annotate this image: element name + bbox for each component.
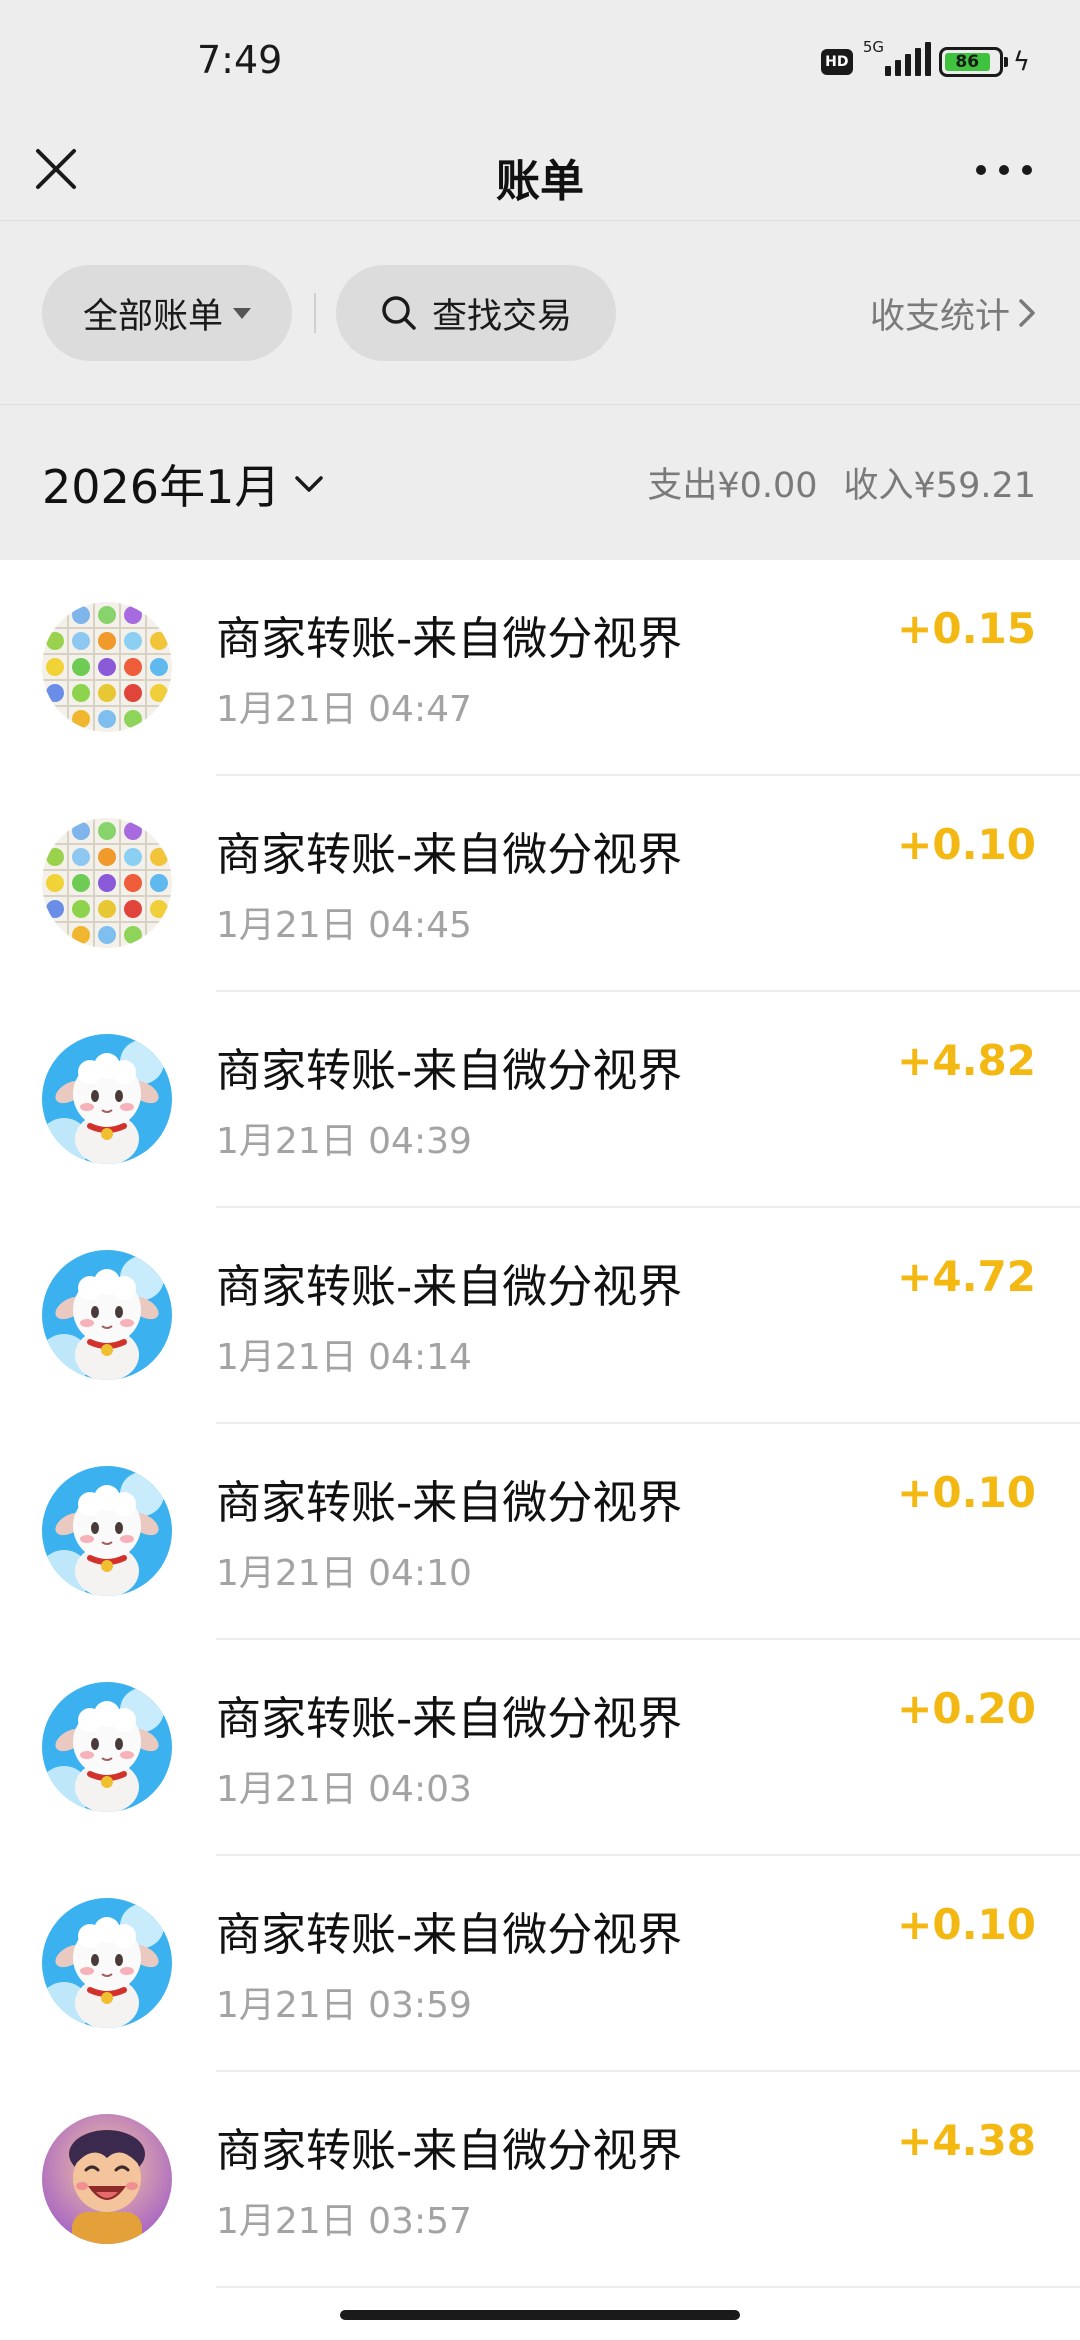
transaction-amount: +4.82: [897, 1036, 1036, 1085]
all-bills-filter[interactable]: 全部账单: [42, 265, 292, 361]
charging-icon: ϟ: [1012, 47, 1030, 77]
merchant-avatar: [42, 602, 172, 732]
expense-total: 支出¥0.00: [647, 466, 818, 506]
caret-down-icon: [233, 307, 251, 319]
nav-bar: 账单: [0, 125, 1080, 220]
income-expense-stats-link[interactable]: 收支统计: [870, 265, 1038, 361]
income-total: 收入¥59.21: [843, 466, 1036, 506]
transaction-title: 商家转账-来自微分视界: [216, 1044, 683, 1097]
filter-bar: 全部账单 查找交易 收支统计: [0, 220, 1080, 405]
month-selector[interactable]: 2026年1月: [42, 451, 324, 517]
transaction-title: 商家转账-来自微分视界: [216, 828, 683, 881]
transaction-row[interactable]: 商家转账-来自微分视界 1月21日 03:57 +4.38: [0, 2072, 1080, 2288]
battery-icon: 86: [938, 47, 1008, 77]
network-type: 5G: [862, 38, 885, 56]
transaction-amount: +0.10: [897, 1900, 1036, 1949]
merchant-avatar: [42, 1250, 172, 1380]
merchant-avatar: [42, 1682, 172, 1812]
stats-label: 收支统计: [869, 296, 1010, 337]
divider: [314, 293, 316, 333]
transaction-amount: +4.72: [897, 1252, 1036, 1301]
transaction-title: 商家转账-来自微分视界: [216, 1908, 683, 1961]
signal-icon: 5G: [863, 38, 931, 80]
transaction-row[interactable]: 商家转账-来自微分视界 1月21日 04:10 +0.10: [0, 1424, 1080, 1640]
transaction-title: 商家转账-来自微分视界: [216, 612, 683, 665]
transaction-time: 1月21日 04:39: [216, 1121, 472, 1162]
transaction-amount: +0.20: [897, 1684, 1036, 1733]
transaction-row[interactable]: 商家转账-来自微分视界 1月21日 04:45 +0.10: [0, 776, 1080, 992]
transaction-title: 商家转账-来自微分视界: [216, 1476, 683, 1529]
transaction-time: 1月21日 03:59: [216, 1985, 472, 2026]
transaction-time: 1月21日 04:47: [216, 689, 472, 730]
month-summary-bar: 2026年1月 支出¥0.00 收入¥59.21: [0, 405, 1080, 560]
chevron-down-icon: [295, 476, 324, 492]
merchant-avatar: [42, 1466, 172, 1596]
transaction-list: 商家转账-来自微分视界 1月21日 04:47 +0.15 商家转账-来自微分视界 1…: [0, 560, 1080, 2288]
merchant-avatar: [42, 818, 172, 948]
transaction-amount: +0.10: [897, 1468, 1036, 1517]
page-title: 账单: [496, 156, 584, 207]
transaction-time: 1月21日 03:57: [216, 2201, 472, 2242]
merchant-avatar: [42, 2114, 172, 2244]
merchant-avatar: [42, 1898, 172, 2028]
row-divider: [216, 2286, 1080, 2288]
bill-page: 7:49 HD 5G 86 ϟ 账单 全部账单 查找交易 收支统计 2026年1…: [0, 0, 1080, 2340]
more-dots-icon[interactable]: [976, 153, 1032, 187]
status-time: 7:49: [197, 38, 283, 82]
search-transactions-button[interactable]: 查找交易: [336, 265, 616, 361]
transaction-title: 商家转账-来自微分视界: [216, 1692, 683, 1745]
transaction-title: 商家转账-来自微分视界: [216, 2124, 683, 2177]
search-icon: [382, 296, 416, 330]
transaction-time: 1月21日 04:45: [216, 905, 472, 946]
transaction-amount: +0.10: [897, 820, 1036, 869]
transaction-row[interactable]: 商家转账-来自微分视界 1月21日 04:47 +0.15: [0, 560, 1080, 776]
transaction-row[interactable]: 商家转账-来自微分视界 1月21日 03:59 +0.10: [0, 1856, 1080, 2072]
merchant-avatar: [42, 1034, 172, 1164]
status-icons: HD 5G 86 ϟ: [820, 38, 1030, 82]
home-indicator: [340, 2310, 740, 2320]
transaction-time: 1月21日 04:03: [216, 1769, 472, 1810]
all-bills-label: 全部账单: [82, 296, 223, 337]
chevron-right-icon: [1019, 299, 1035, 327]
search-label: 查找交易: [431, 296, 572, 337]
battery-level: 86: [944, 52, 990, 72]
transaction-title: 商家转账-来自微分视界: [216, 1260, 683, 1313]
transaction-amount: +4.38: [897, 2116, 1036, 2165]
month-totals: 支出¥0.00 收入¥59.21: [647, 457, 1036, 508]
transaction-time: 1月21日 04:10: [216, 1553, 472, 1594]
month-label: 2026年1月: [42, 460, 281, 514]
transaction-time: 1月21日 04:14: [216, 1337, 472, 1378]
transaction-row[interactable]: 商家转账-来自微分视界 1月21日 04:39 +4.82: [0, 992, 1080, 1208]
transaction-row[interactable]: 商家转账-来自微分视界 1月21日 04:03 +0.20: [0, 1640, 1080, 1856]
transaction-amount: +0.15: [897, 604, 1036, 653]
hd-icon: HD: [820, 49, 853, 75]
status-bar: 7:49 HD 5G 86 ϟ: [0, 0, 1080, 125]
transaction-row[interactable]: 商家转账-来自微分视界 1月21日 04:14 +4.72: [0, 1208, 1080, 1424]
